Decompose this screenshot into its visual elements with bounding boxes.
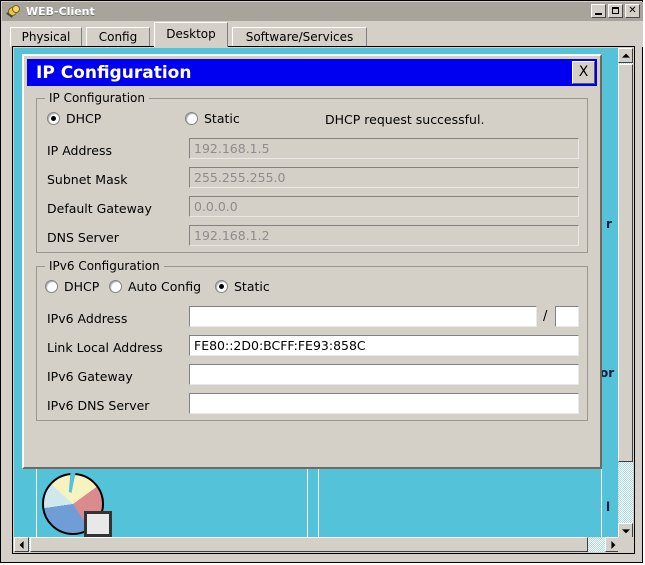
ipv6-address-input[interactable] [189, 306, 537, 327]
radio-ipv6-static-icon [215, 280, 228, 293]
ipv6-auto-config-label: Auto Config [128, 279, 202, 294]
tab-desktop[interactable]: Desktop [154, 22, 228, 47]
ipv4-group-title: IP Configuration [45, 91, 149, 105]
ipv4-group: IP Configuration DHCP Static DHCP reques… [36, 91, 588, 253]
ipv6-gateway-label: IPv6 Gateway [47, 369, 133, 384]
desktop-content-frame: r or l IP Configuration X IP Configurati… [12, 46, 635, 554]
ipv6-dns-server-label: IPv6 DNS Server [47, 398, 150, 413]
pie-chart-document-icon[interactable] [42, 471, 112, 538]
web-client-window: WEB-Client ✕ Physical Config Desktop Sof… [0, 0, 643, 563]
ipv4-mode-dhcp[interactable]: DHCP [47, 111, 101, 126]
ipv4-static-label: Static [204, 111, 240, 126]
magnifier-coin-icon [6, 4, 22, 20]
tab-config[interactable]: Config [86, 27, 150, 47]
horizontal-scroll-thumb[interactable] [30, 537, 588, 552]
ip-address-input[interactable]: 192.168.1.5 [189, 138, 579, 159]
window-titlebar: WEB-Client ✕ [2, 2, 643, 21]
default-gateway-input[interactable]: 0.0.0.0 [189, 196, 579, 217]
tab-physical[interactable]: Physical [10, 27, 82, 47]
ipv4-mode-static[interactable]: Static [185, 111, 240, 126]
radio-static-icon [185, 112, 198, 125]
ipv6-group-title: IPv6 Configuration [45, 259, 164, 273]
maximize-icon [612, 7, 619, 14]
vertical-scroll-thumb[interactable] [618, 64, 633, 462]
dns-server-label: DNS Server [47, 230, 119, 245]
ipv6-group: IPv6 Configuration DHCP Auto Config Stat… [36, 259, 588, 421]
close-button[interactable]: ✕ [625, 4, 640, 18]
desktop-label-fragment: or [600, 366, 615, 380]
tab-software-services[interactable]: Software/Services [232, 27, 367, 47]
desktop-background: r or l IP Configuration X IP Configurati… [14, 48, 620, 538]
ip-address-label: IP Address [47, 143, 112, 158]
chevron-right-icon [610, 540, 615, 549]
window-controls: ✕ [591, 4, 640, 18]
default-gateway-label: Default Gateway [47, 201, 152, 216]
radio-ipv6-dhcp-icon [45, 280, 58, 293]
scroll-up-button[interactable] [618, 48, 633, 63]
scroll-left-button[interactable] [14, 537, 29, 552]
subnet-mask-input[interactable]: 255.255.255.0 [189, 167, 579, 188]
ipv4-dhcp-label: DHCP [66, 111, 102, 126]
radio-dhcp-icon [47, 112, 60, 125]
ip-configuration-dialog: IP Configuration X IP Configuration DHCP… [22, 54, 602, 469]
radio-ipv6-auto-config-icon [109, 280, 122, 293]
chevron-down-icon [621, 528, 630, 533]
ipv6-prefix-separator: / [543, 309, 548, 324]
chevron-left-icon [19, 540, 24, 549]
chevron-up-icon [621, 53, 630, 58]
tab-strip: Physical Config Desktop Software/Service… [2, 21, 643, 47]
vertical-scrollbar[interactable] [618, 48, 633, 538]
ipv6-dns-server-input[interactable] [189, 393, 579, 414]
desktop-label-fragment: r [606, 217, 612, 231]
document-glyph [84, 511, 112, 537]
ipv6-mode-dhcp[interactable]: DHCP [45, 279, 99, 294]
scroll-down-button[interactable] [618, 523, 633, 538]
desktop-icon-tile[interactable] [318, 468, 602, 538]
ipv6-static-label: Static [234, 279, 270, 294]
ipv6-address-label: IPv6 Address [47, 311, 128, 326]
ipv6-dhcp-label: DHCP [64, 279, 100, 294]
maximize-button[interactable] [608, 4, 623, 18]
ipv6-mode-static[interactable]: Static [215, 279, 270, 294]
close-icon: ✕ [628, 5, 637, 16]
horizontal-scrollbar[interactable] [14, 537, 620, 552]
scrollbar-corner [618, 537, 633, 552]
ipv6-mode-auto-config[interactable]: Auto Config [109, 279, 201, 294]
link-local-address-label: Link Local Address [47, 340, 163, 355]
window-title: WEB-Client [26, 5, 95, 18]
ipv6-prefix-length-input[interactable] [555, 306, 579, 327]
dns-server-input[interactable]: 192.168.1.2 [189, 225, 579, 246]
desktop-label-fragment: l [606, 500, 611, 514]
dialog-titlebar: IP Configuration X [27, 59, 597, 86]
dhcp-status-message: DHCP request successful. [325, 112, 485, 127]
minimize-icon [595, 13, 602, 15]
dialog-title: IP Configuration [36, 62, 192, 83]
subnet-mask-label: Subnet Mask [47, 172, 128, 187]
dialog-close-button[interactable]: X [572, 61, 595, 84]
ipv6-gateway-input[interactable] [189, 364, 579, 385]
minimize-button[interactable] [591, 4, 606, 18]
link-local-address-input[interactable]: FE80::2D0:BCFF:FE93:858C [189, 335, 579, 356]
